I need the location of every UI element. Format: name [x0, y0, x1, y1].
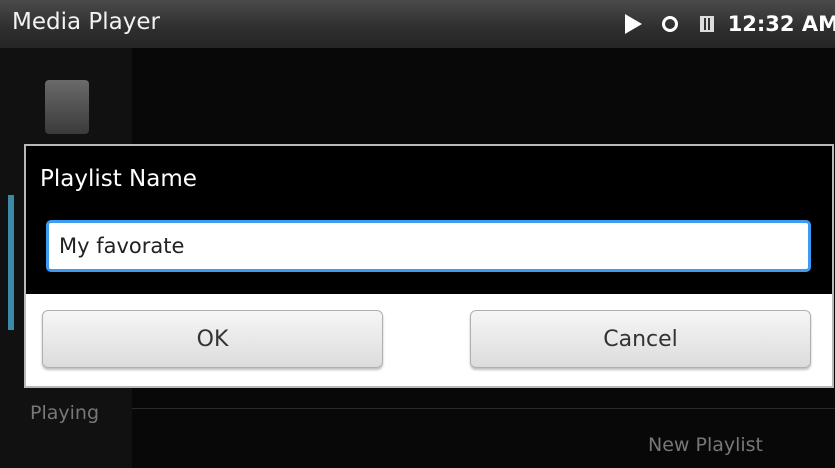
sync-icon: [661, 16, 678, 32]
app-title: Media Player: [12, 9, 160, 35]
playlist-name-dialog: Playlist Name OK Cancel: [24, 144, 834, 388]
tab-highlight: [8, 195, 14, 330]
status-clock: 12:32 AM: [727, 12, 835, 36]
dialog-button-bar: OK Cancel: [26, 294, 832, 386]
divider: [132, 408, 835, 409]
status-bar: Media Player 12:32 AM: [0, 0, 835, 48]
play-icon: [624, 14, 642, 34]
dialog-title: Playlist Name: [40, 166, 197, 192]
ok-button[interactable]: OK: [42, 310, 383, 368]
status-icons: 12:32 AM: [624, 0, 835, 48]
media-player-screen: Media Player 12:32 AM Playing New Playli…: [0, 0, 835, 468]
new-playlist-item[interactable]: New Playlist: [648, 434, 763, 456]
tab-playing[interactable]: Playing: [30, 402, 99, 424]
cancel-button[interactable]: Cancel: [470, 310, 811, 368]
sd-card-icon: [699, 16, 714, 32]
playlist-name-input[interactable]: [46, 220, 811, 272]
document-icon[interactable]: [45, 80, 89, 134]
